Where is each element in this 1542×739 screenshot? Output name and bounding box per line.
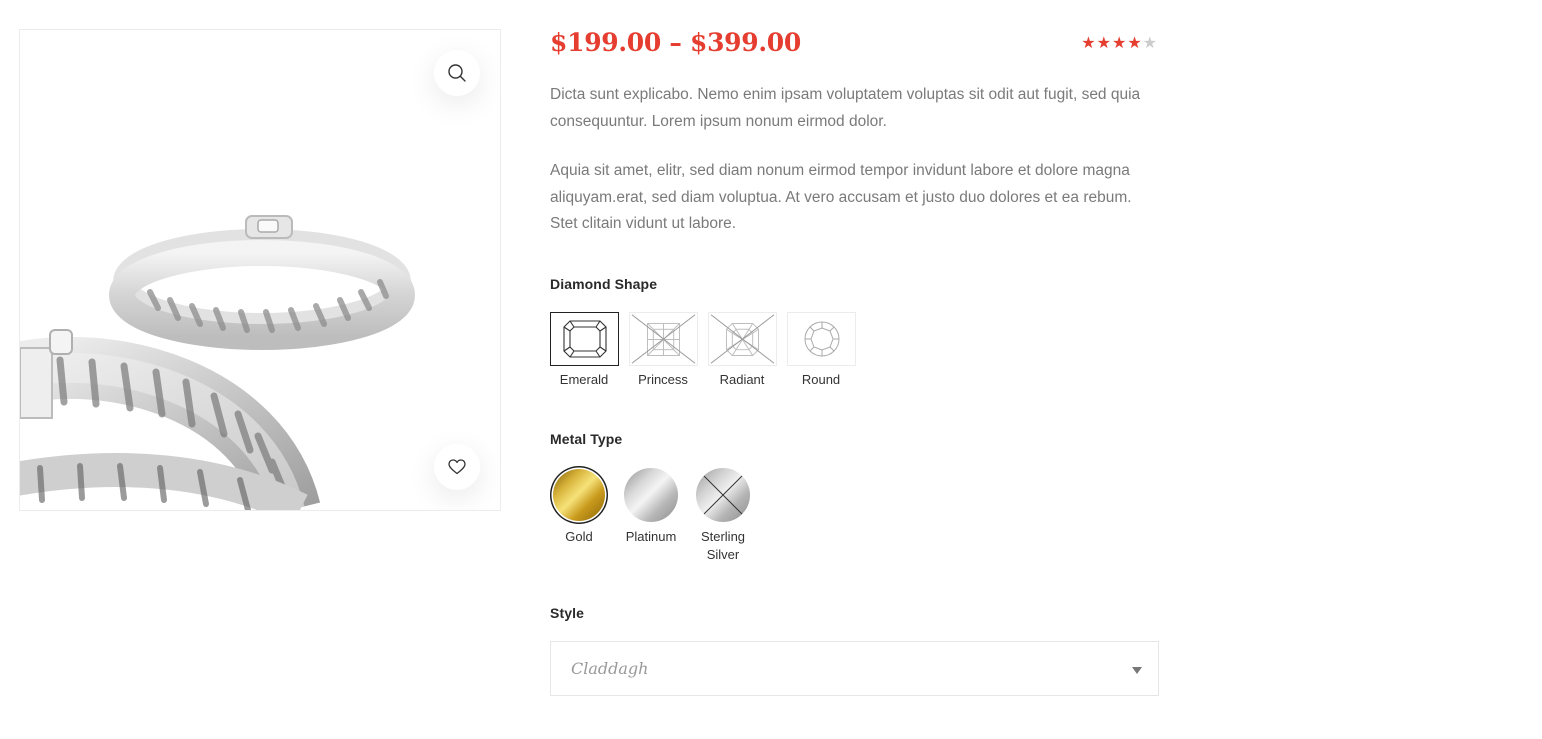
diamond-shape-label: Diamond Shape bbox=[550, 275, 658, 292]
metal-type-options: Gold Platinum Sterling Silver bbox=[550, 466, 1159, 564]
magnifier-icon bbox=[448, 64, 466, 82]
metal-type-label: Metal Type bbox=[550, 430, 623, 447]
metal-option-label: Sterling Silver bbox=[700, 528, 746, 562]
diamond-shape-options: Emerald Princess Radiant Round bbox=[550, 311, 1159, 387]
metal-option-sterling-silver[interactable]: Sterling Silver bbox=[688, 466, 758, 564]
radiant-cut-icon bbox=[710, 313, 775, 364]
bracelet-product-image bbox=[20, 215, 415, 510]
wishlist-button[interactable] bbox=[434, 444, 480, 490]
star-filled-icon: ★ bbox=[1127, 33, 1142, 52]
chevron-down-icon bbox=[1132, 666, 1142, 674]
heart-icon bbox=[448, 459, 466, 475]
shape-option-label: Emerald bbox=[559, 371, 609, 387]
shape-option-emerald[interactable]: Emerald bbox=[550, 311, 619, 387]
star-filled-icon: ★ bbox=[1096, 33, 1111, 52]
metal-option-gold[interactable]: Gold bbox=[550, 466, 608, 564]
style-select-value: Claddagh bbox=[571, 658, 649, 678]
metal-option-label: Platinum bbox=[625, 528, 677, 544]
platinum-swatch bbox=[624, 467, 678, 522]
shape-option-radiant[interactable]: Radiant bbox=[708, 311, 777, 387]
shape-option-label: Radiant bbox=[719, 371, 765, 387]
shape-option-label: Round bbox=[801, 371, 841, 387]
product-description: Dicta sunt explicabo. Nemo enim ipsam vo… bbox=[550, 82, 1159, 238]
star-empty-icon: ★ bbox=[1142, 33, 1157, 52]
princess-cut-icon bbox=[631, 313, 696, 364]
product-image-gallery[interactable] bbox=[19, 29, 501, 511]
shape-option-label: Princess bbox=[638, 371, 688, 387]
style-label: Style bbox=[550, 604, 584, 621]
star-filled-icon: ★ bbox=[1111, 33, 1127, 52]
style-select[interactable]: Claddagh bbox=[550, 640, 1159, 696]
product-summary: $199.00 – $399.00 ★ ★ ★ ★ ★ Dicta sunt expli… bbox=[550, 26, 1159, 696]
sterling-silver-swatch bbox=[696, 467, 750, 522]
metal-option-platinum[interactable]: Platinum bbox=[622, 466, 680, 564]
star-rating: ★ ★ ★ ★ ★ bbox=[1081, 34, 1157, 52]
shape-option-princess[interactable]: Princess bbox=[629, 311, 698, 387]
description-paragraph: Aquia sit amet, elitr, sed diam nonum ei… bbox=[550, 162, 1132, 232]
shape-option-round[interactable]: Round bbox=[787, 311, 856, 387]
round-cut-icon bbox=[804, 321, 839, 356]
star-filled-icon: ★ bbox=[1081, 33, 1096, 52]
price-range: $199.00 – $399.00 bbox=[550, 28, 801, 57]
zoom-button[interactable] bbox=[434, 50, 480, 96]
metal-option-label: Gold bbox=[565, 528, 593, 544]
description-paragraph: Dicta sunt explicabo. Nemo enim ipsam vo… bbox=[550, 86, 1141, 130]
gold-swatch bbox=[553, 468, 605, 521]
emerald-cut-icon bbox=[562, 319, 607, 358]
unavailable-cross-icon bbox=[703, 475, 743, 514]
